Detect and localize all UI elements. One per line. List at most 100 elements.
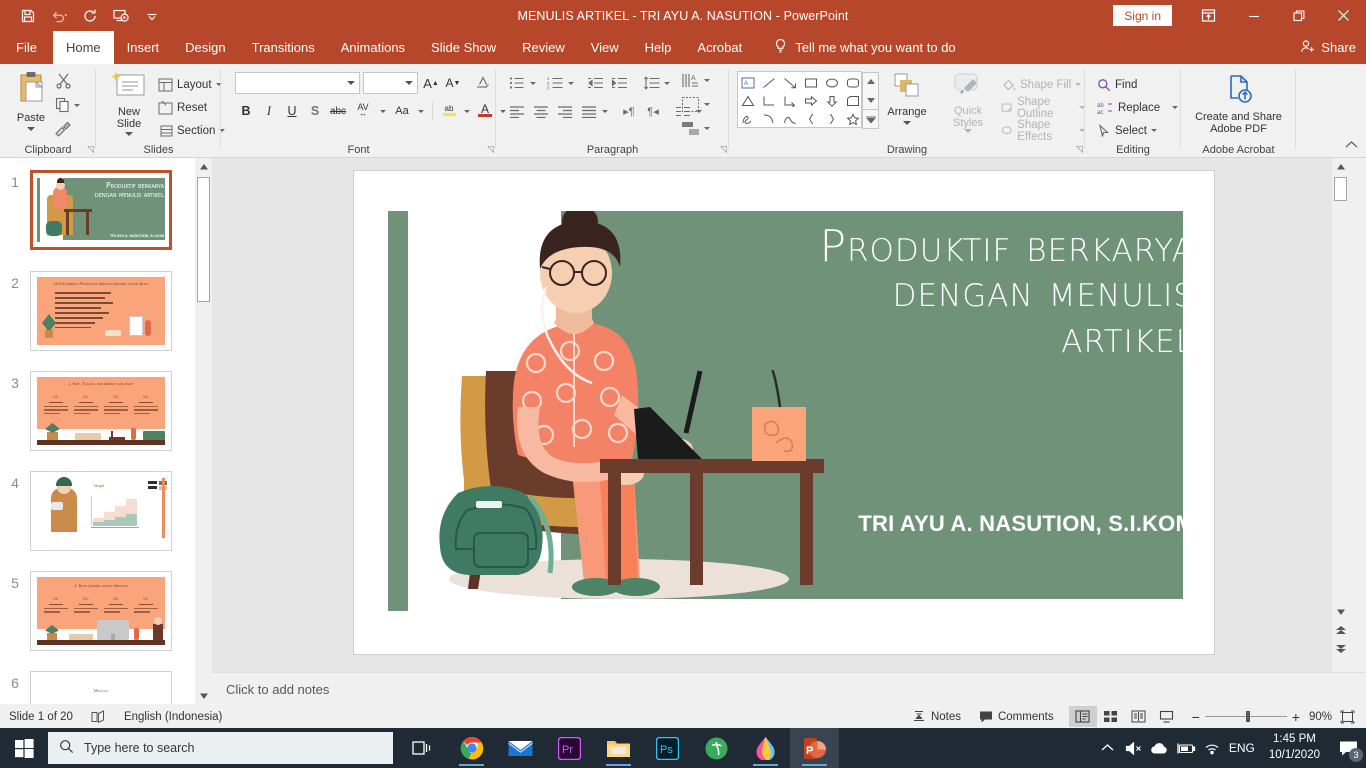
font-name-chevron-down-icon[interactable]	[347, 81, 355, 85]
numbering-button[interactable]: 123	[544, 72, 566, 94]
shape-oval-icon[interactable]	[823, 74, 841, 91]
shape-down-arrow-icon[interactable]	[823, 92, 841, 109]
justify-button[interactable]	[578, 100, 600, 122]
slide-thumbnail-pane[interactable]: 1 Produktif berkarya dengan menulis arti…	[0, 158, 195, 704]
numbering-chevron-down-icon[interactable]	[568, 81, 574, 85]
battery-charging-icon[interactable]	[1173, 728, 1199, 768]
thumbnail-slide-5[interactable]: 5 2. Buat Jadwal untuk Menulis 01. 02. 0…	[0, 571, 195, 651]
align-text-chevron-down-icon[interactable]	[704, 103, 710, 106]
undo-icon[interactable]	[45, 3, 73, 29]
thumbnail-slide-3[interactable]: 3 1. Niat, Tujuan, dan Ambisi yang Kuat …	[0, 371, 195, 451]
next-slide-icon[interactable]	[1332, 641, 1349, 658]
thumbnail-slide-6[interactable]: 6 Menulis	[0, 671, 195, 704]
zoom-in-button[interactable]: +	[1287, 705, 1305, 728]
thumbnail-image[interactable]: 2. Buat Jadwal untuk Menulis 01. 02. 03.…	[30, 571, 172, 651]
google-chrome-icon[interactable]	[447, 728, 496, 768]
align-center-button[interactable]	[530, 100, 552, 122]
slide-sorter-view-button[interactable]	[1097, 706, 1125, 727]
cut-button[interactable]	[55, 72, 72, 94]
text-shadow-button[interactable]: S	[304, 100, 326, 122]
tab-transitions[interactable]: Transitions	[239, 31, 328, 64]
thumbnail-image[interactable]: Menulis	[30, 671, 172, 704]
bullets-chevron-down-icon[interactable]	[530, 81, 536, 85]
convert-to-smartart-button[interactable]	[681, 120, 710, 137]
ribbon-display-options-icon[interactable]	[1186, 0, 1231, 31]
shape-elbow-connector-icon[interactable]	[760, 92, 778, 109]
shapes-scroll-up-icon[interactable]	[863, 73, 878, 91]
new-slide-chevron-down-icon[interactable]	[125, 131, 133, 136]
section-button[interactable]: Section	[158, 120, 226, 141]
share-button[interactable]: Share	[1300, 31, 1356, 64]
thumbnail-pane-scrollbar[interactable]	[195, 158, 212, 704]
tell-me-search[interactable]: Tell me what you want to do	[755, 38, 956, 57]
tab-view[interactable]: View	[578, 31, 632, 64]
slide-editing-area[interactable]: Produktif berkarya dengan menulis artike…	[212, 158, 1349, 672]
shape-arrow-icon[interactable]	[781, 74, 799, 91]
drawing-dialog-launcher[interactable]: ◹	[1076, 144, 1083, 155]
spotify-icon[interactable]	[692, 728, 741, 768]
strikethrough-button[interactable]: abc	[327, 100, 349, 122]
font-name-input[interactable]	[235, 72, 360, 94]
shape-right-brace-icon[interactable]	[823, 110, 841, 127]
increase-font-size-icon[interactable]: A ▲	[421, 72, 441, 94]
zoom-slider[interactable]	[1204, 705, 1287, 728]
smartart-chevron-down-icon[interactable]	[704, 127, 710, 130]
format-painter-button[interactable]	[54, 121, 72, 143]
font-size-chevron-down-icon[interactable]	[405, 81, 413, 85]
replace-button[interactable]: ab ac Replace	[1097, 97, 1179, 118]
thumbnail-scroll-thumb[interactable]	[197, 177, 210, 302]
shape-star-icon[interactable]	[844, 110, 862, 127]
file-explorer-icon[interactable]	[594, 728, 643, 768]
thumbnail-slide-1[interactable]: 1 Produktif berkarya dengan menulis arti…	[0, 170, 195, 250]
slide-scroll-thumb[interactable]	[1334, 177, 1347, 201]
text-highlight-chevron-down-icon[interactable]	[464, 109, 470, 113]
tab-insert[interactable]: Insert	[114, 31, 173, 64]
slide-indicator[interactable]: Slide 1 of 20	[0, 705, 82, 728]
quick-styles-button[interactable]: Quick Styles	[942, 72, 994, 133]
reset-button[interactable]: Reset	[158, 97, 207, 118]
select-button[interactable]: Select	[1097, 120, 1157, 141]
shape-rectangle-icon[interactable]	[802, 74, 820, 91]
shape-elbow-arrow-icon[interactable]	[781, 92, 799, 109]
tab-slide-show[interactable]: Slide Show	[418, 31, 509, 64]
minimize-button[interactable]	[1231, 0, 1276, 31]
align-right-button[interactable]	[554, 100, 576, 122]
clear-formatting-icon[interactable]	[471, 72, 493, 94]
task-view-icon[interactable]	[398, 728, 447, 768]
zoom-slider-handle[interactable]	[1245, 711, 1250, 722]
restore-button[interactable]	[1276, 0, 1321, 31]
find-button[interactable]: Find	[1097, 74, 1137, 95]
align-left-button[interactable]	[506, 100, 528, 122]
shape-line-icon[interactable]	[760, 74, 778, 91]
bullets-button[interactable]	[506, 72, 528, 94]
create-and-share-adobe-pdf-button[interactable]: Create and Share Adobe PDF	[1186, 73, 1291, 136]
tab-home[interactable]: Home	[52, 31, 114, 64]
close-button[interactable]	[1321, 0, 1366, 31]
increase-indent-button[interactable]	[608, 72, 630, 94]
font-dialog-launcher[interactable]: ◹	[487, 144, 494, 155]
thumbnail-slide-2[interactable]: 2 10 Kiat Ampuh Produktif Menulis Artike…	[0, 271, 195, 351]
character-spacing-chevron-down-icon[interactable]	[380, 109, 386, 113]
layout-button[interactable]: Layout	[158, 74, 222, 95]
mail-icon[interactable]	[496, 728, 545, 768]
shape-arc-icon[interactable]	[781, 110, 799, 127]
decrease-indent-button[interactable]	[584, 72, 606, 94]
tab-animations[interactable]: Animations	[328, 31, 418, 64]
decrease-font-size-icon[interactable]: A ▼	[443, 72, 463, 94]
slide-subtitle[interactable]: TRI AYU A. NASUTION, S.I.KOM	[694, 511, 1194, 537]
shape-left-brace-icon[interactable]	[802, 110, 820, 127]
volume-muted-icon[interactable]	[1121, 728, 1147, 768]
comments-button[interactable]: Comments	[970, 705, 1063, 728]
slide-scroll-down-icon[interactable]	[1332, 603, 1349, 620]
shapes-gallery[interactable]: A	[737, 71, 879, 129]
slide-show-view-button[interactable]	[1153, 706, 1181, 727]
font-color-button[interactable]: A	[474, 100, 496, 122]
slide-title[interactable]: Produktif berkarya dengan menulis artike…	[754, 224, 1194, 360]
align-text-button[interactable]	[681, 96, 710, 113]
shape-rounded-rectangle-icon[interactable]	[844, 74, 862, 91]
zoom-level[interactable]: 90%	[1305, 705, 1336, 728]
rtl-text-direction-button[interactable]: ¶◂	[642, 100, 664, 122]
thumbnail-image[interactable]: 10 Kiat Ampuh Produktif Menulis Artikel …	[30, 271, 172, 351]
adobe-photoshop-icon[interactable]: Ps	[643, 728, 692, 768]
start-from-beginning-icon[interactable]	[107, 3, 135, 29]
